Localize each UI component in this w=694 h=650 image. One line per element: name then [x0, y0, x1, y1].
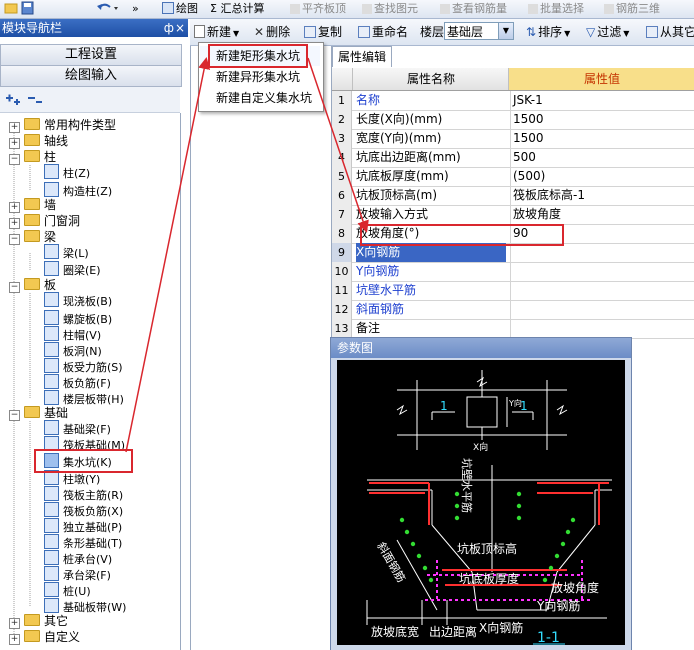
annotation-arrows: [125, 57, 369, 453]
app-window: » 绘图 Σ 汇总计算 平齐板顶 查找图元 查看钢筋量 批量选择 钢筋三维 模块…: [0, 0, 694, 650]
